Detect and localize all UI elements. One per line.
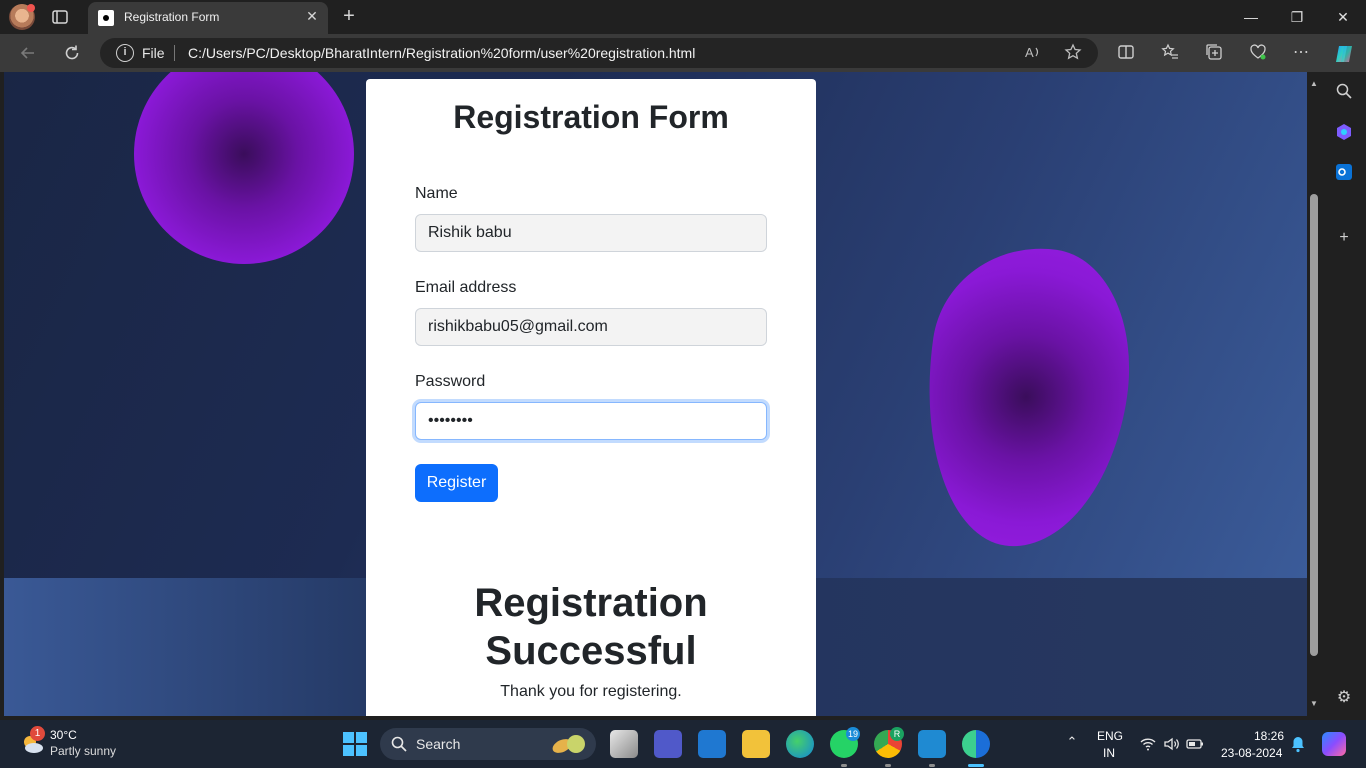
favorite-star-icon[interactable] (1063, 43, 1083, 63)
sidebar-copilot-icon[interactable] (1333, 123, 1355, 145)
task-view-icon[interactable] (610, 730, 638, 758)
password-label: Password (415, 373, 486, 390)
decorative-purple-blob (906, 234, 1146, 560)
tab-favicon-icon (98, 10, 114, 26)
windows-start-icon[interactable] (343, 732, 367, 756)
address-scheme: File (142, 45, 165, 61)
favorites-icon[interactable] (1160, 43, 1180, 63)
more-options-icon[interactable]: ⋯ (1291, 43, 1311, 63)
address-url[interactable]: C:/Users/PC/Desktop/BharatIntern/Registr… (188, 45, 695, 61)
new-tab-button[interactable]: + (338, 6, 360, 28)
search-icon (390, 735, 408, 753)
browser-toolbar: i File C:/Users/PC/Desktop/BharatIntern/… (0, 34, 1366, 72)
svg-text:A: A (1025, 45, 1034, 60)
whatsapp-badge: 19 (846, 727, 861, 741)
maximize-button[interactable]: ❐ (1286, 6, 1308, 28)
vscode-icon[interactable] (918, 730, 946, 758)
windows-taskbar: 1 30°C Partly sunny Search 19 R ⌃ ENG IN… (0, 720, 1366, 768)
address-bar[interactable]: i File C:/Users/PC/Desktop/BharatIntern/… (100, 38, 1098, 68)
name-input[interactable]: Rishik babu (415, 214, 767, 252)
form-title: Registration Form (453, 99, 729, 135)
email-label: Email address (415, 279, 517, 296)
page-scrollbar[interactable]: ▲ ▼ (1307, 72, 1321, 716)
password-input[interactable]: •••••••• (415, 402, 767, 440)
language-region[interactable]: IN (1103, 746, 1115, 760)
language-code[interactable]: ENG (1097, 729, 1123, 743)
sidebar-settings-gear-icon[interactable]: ⚙ (1333, 687, 1355, 709)
taskbar-search-box[interactable]: Search (380, 728, 596, 760)
minimize-button[interactable]: — (1240, 6, 1262, 28)
refresh-icon[interactable] (62, 43, 82, 63)
sidebar-outlook-icon[interactable] (1333, 163, 1355, 185)
scrollbar-thumb[interactable] (1310, 194, 1318, 656)
browser-title-bar: Registration Form ✕ + — ❐ ✕ (0, 0, 1366, 34)
search-highlight-image (548, 732, 590, 756)
split-screen-icon[interactable] (1116, 43, 1136, 63)
tab-close-icon[interactable]: ✕ (304, 8, 320, 24)
edge-dev-icon[interactable] (786, 730, 814, 758)
weather-badge: 1 (30, 726, 45, 741)
site-info-icon[interactable]: i (116, 44, 134, 62)
copilot-icon[interactable] (1333, 43, 1353, 63)
close-window-button[interactable]: ✕ (1332, 6, 1354, 28)
weather-description[interactable]: Partly sunny (50, 744, 116, 758)
success-heading: Registration Successful (474, 581, 708, 673)
edge-icon[interactable] (962, 730, 990, 758)
teams-icon[interactable] (654, 730, 682, 758)
file-explorer-icon[interactable] (742, 730, 770, 758)
tab-title: Registration Form (124, 10, 220, 24)
search-label: Search (416, 736, 461, 752)
success-message: Thank you for registering. (500, 683, 682, 700)
collections-icon[interactable] (1204, 43, 1224, 63)
profile-notification-badge (27, 4, 35, 12)
email-input[interactable]: rishikbabu05@gmail.com (415, 308, 767, 346)
page-viewport: Registration Form Name Rishik babu Email… (4, 72, 1307, 716)
edge-sidebar: + ⚙ (1321, 72, 1366, 716)
address-separator (174, 45, 175, 61)
vscode-running-indicator (929, 764, 935, 767)
sidebar-add-icon[interactable]: + (1333, 227, 1355, 249)
scroll-up-arrow-icon[interactable]: ▲ (1310, 80, 1318, 88)
edge-active-indicator (968, 764, 984, 767)
copilot-taskbar-icon[interactable] (1322, 732, 1346, 756)
read-aloud-icon[interactable]: A (1023, 43, 1043, 63)
chevron-up-icon[interactable]: ⌃ (1064, 734, 1080, 750)
register-button[interactable]: Register (415, 464, 498, 502)
tab-registration-form[interactable]: Registration Form ✕ (88, 2, 328, 34)
volume-icon[interactable] (1162, 735, 1180, 753)
chrome-profile-badge: R (890, 727, 904, 741)
scroll-down-arrow-icon[interactable]: ▼ (1310, 700, 1318, 708)
name-label: Name (415, 185, 458, 202)
mail-icon[interactable] (698, 730, 726, 758)
back-arrow-icon[interactable] (18, 43, 38, 63)
chrome-running-indicator (885, 764, 891, 767)
whatsapp-running-indicator (841, 764, 847, 767)
weather-temperature[interactable]: 30°C (50, 728, 77, 742)
clock-time[interactable]: 18:26 (1254, 729, 1284, 743)
battery-icon[interactable] (1186, 735, 1204, 753)
browser-essentials-icon[interactable] (1248, 43, 1268, 63)
clock-date[interactable]: 23-08-2024 (1221, 746, 1282, 760)
decorative-purple-circle (134, 72, 354, 264)
wifi-icon[interactable] (1139, 735, 1157, 753)
sidebar-search-icon[interactable] (1333, 82, 1355, 104)
tab-actions-icon[interactable] (51, 8, 69, 26)
registration-card: Registration Form Name Rishik babu Email… (366, 79, 816, 716)
notification-bell-icon[interactable] (1290, 735, 1306, 753)
